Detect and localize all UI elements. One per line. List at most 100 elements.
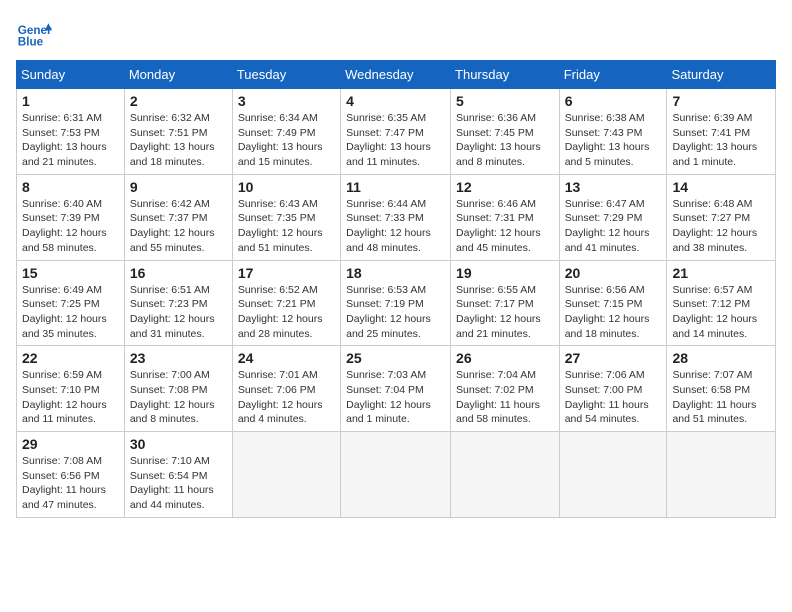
day-number: 8 — [22, 179, 119, 195]
day-cell: 28Sunrise: 7:07 AMSunset: 6:58 PMDayligh… — [667, 346, 776, 432]
day-cell: 17 Sunrise: 6:52 AMSunset: 7:21 PMDayligh… — [232, 260, 340, 346]
day-number: 23 — [130, 350, 227, 366]
day-cell: 19 Sunrise: 6:55 AMSunset: 7:17 PMDayligh… — [451, 260, 560, 346]
day-cell — [667, 432, 776, 518]
day-cell: 23 Sunrise: 7:00 AMSunset: 7:08 PMDayligh… — [124, 346, 232, 432]
day-info: Sunrise: 6:51 AMSunset: 7:23 PMDaylight:… — [130, 283, 227, 342]
day-cell: 29 Sunrise: 7:08 AMSunset: 6:56 PMDayligh… — [17, 432, 125, 518]
svg-text:Blue: Blue — [18, 36, 44, 49]
day-info: Sunrise: 6:59 AMSunset: 7:10 PMDaylight:… — [22, 368, 119, 427]
day-number: 9 — [130, 179, 227, 195]
week-row-1: 1 Sunrise: 6:31 AMSunset: 7:53 PMDaylight… — [17, 89, 776, 175]
day-number: 11 — [346, 179, 445, 195]
day-number: 2 — [130, 93, 227, 109]
day-cell — [341, 432, 451, 518]
day-info: Sunrise: 6:32 AMSunset: 7:51 PMDaylight:… — [130, 111, 227, 170]
day-info: Sunrise: 6:49 AMSunset: 7:25 PMDaylight:… — [22, 283, 119, 342]
day-cell: 5Sunrise: 6:36 AMSunset: 7:45 PMDaylight… — [451, 89, 560, 175]
day-number: 10 — [238, 179, 335, 195]
day-number: 24 — [238, 350, 335, 366]
day-info: Sunrise: 6:36 AMSunset: 7:45 PMDaylight:… — [456, 111, 554, 170]
logo: General Blue — [16, 16, 52, 52]
day-cell: 2 Sunrise: 6:32 AMSunset: 7:51 PMDaylight… — [124, 89, 232, 175]
day-cell: 14 Sunrise: 6:48 AMSunset: 7:27 PMDayligh… — [667, 174, 776, 260]
day-number: 4 — [346, 93, 445, 109]
week-row-3: 15 Sunrise: 6:49 AMSunset: 7:25 PMDayligh… — [17, 260, 776, 346]
col-header-saturday: Saturday — [667, 61, 776, 89]
day-cell: 8 Sunrise: 6:40 AMSunset: 7:39 PMDaylight… — [17, 174, 125, 260]
day-number: 22 — [22, 350, 119, 366]
day-number: 19 — [456, 265, 554, 281]
day-cell: 16Sunrise: 6:51 AMSunset: 7:23 PMDayligh… — [124, 260, 232, 346]
day-info: Sunrise: 7:03 AMSunset: 7:04 PMDaylight:… — [346, 368, 445, 427]
page-header: General Blue — [16, 16, 776, 52]
day-cell — [559, 432, 667, 518]
day-cell: 18 Sunrise: 6:53 AMSunset: 7:19 PMDayligh… — [341, 260, 451, 346]
day-cell: 3 Sunrise: 6:34 AMSunset: 7:49 PMDaylight… — [232, 89, 340, 175]
col-header-thursday: Thursday — [451, 61, 560, 89]
day-cell: 15 Sunrise: 6:49 AMSunset: 7:25 PMDayligh… — [17, 260, 125, 346]
day-number: 27 — [565, 350, 662, 366]
day-number: 3 — [238, 93, 335, 109]
day-info: Sunrise: 6:47 AMSunset: 7:29 PMDaylight:… — [565, 197, 662, 256]
day-number: 13 — [565, 179, 662, 195]
day-info: Sunrise: 6:57 AMSunset: 7:12 PMDaylight:… — [672, 283, 770, 342]
day-number: 1 — [22, 93, 119, 109]
day-cell: 7Sunrise: 6:39 AMSunset: 7:41 PMDaylight… — [667, 89, 776, 175]
day-cell — [451, 432, 560, 518]
day-number: 6 — [565, 93, 662, 109]
day-info: Sunrise: 6:40 AMSunset: 7:39 PMDaylight:… — [22, 197, 119, 256]
day-info: Sunrise: 6:46 AMSunset: 7:31 PMDaylight:… — [456, 197, 554, 256]
day-info: Sunrise: 6:53 AMSunset: 7:19 PMDaylight:… — [346, 283, 445, 342]
day-cell: 20 Sunrise: 6:56 AMSunset: 7:15 PMDayligh… — [559, 260, 667, 346]
col-header-tuesday: Tuesday — [232, 61, 340, 89]
col-header-monday: Monday — [124, 61, 232, 89]
day-info: Sunrise: 7:06 AMSunset: 7:00 PMDaylight:… — [565, 368, 662, 427]
day-info: Sunrise: 6:56 AMSunset: 7:15 PMDaylight:… — [565, 283, 662, 342]
day-number: 20 — [565, 265, 662, 281]
day-info: Sunrise: 6:52 AMSunset: 7:21 PMDaylight:… — [238, 283, 335, 342]
day-cell: 10 Sunrise: 6:43 AMSunset: 7:35 PMDayligh… — [232, 174, 340, 260]
day-cell: 26 Sunrise: 7:04 AMSunset: 7:02 PMDayligh… — [451, 346, 560, 432]
day-info: Sunrise: 6:43 AMSunset: 7:35 PMDaylight:… — [238, 197, 335, 256]
day-cell: 21Sunrise: 6:57 AMSunset: 7:12 PMDayligh… — [667, 260, 776, 346]
day-info: Sunrise: 7:07 AMSunset: 6:58 PMDaylight:… — [672, 368, 770, 427]
day-number: 15 — [22, 265, 119, 281]
day-info: Sunrise: 6:31 AMSunset: 7:53 PMDaylight:… — [22, 111, 119, 170]
week-row-2: 8 Sunrise: 6:40 AMSunset: 7:39 PMDaylight… — [17, 174, 776, 260]
day-number: 14 — [672, 179, 770, 195]
day-number: 26 — [456, 350, 554, 366]
day-cell: 13 Sunrise: 6:47 AMSunset: 7:29 PMDayligh… — [559, 174, 667, 260]
day-number: 25 — [346, 350, 445, 366]
day-cell: 6 Sunrise: 6:38 AMSunset: 7:43 PMDaylight… — [559, 89, 667, 175]
day-info: Sunrise: 7:04 AMSunset: 7:02 PMDaylight:… — [456, 368, 554, 427]
col-header-wednesday: Wednesday — [341, 61, 451, 89]
day-info: Sunrise: 6:34 AMSunset: 7:49 PMDaylight:… — [238, 111, 335, 170]
day-cell: 9 Sunrise: 6:42 AMSunset: 7:37 PMDaylight… — [124, 174, 232, 260]
day-info: Sunrise: 7:01 AMSunset: 7:06 PMDaylight:… — [238, 368, 335, 427]
day-cell: 1 Sunrise: 6:31 AMSunset: 7:53 PMDaylight… — [17, 89, 125, 175]
day-info: Sunrise: 6:38 AMSunset: 7:43 PMDaylight:… — [565, 111, 662, 170]
day-info: Sunrise: 6:42 AMSunset: 7:37 PMDaylight:… — [130, 197, 227, 256]
day-number: 17 — [238, 265, 335, 281]
day-cell: 25 Sunrise: 7:03 AMSunset: 7:04 PMDayligh… — [341, 346, 451, 432]
day-cell: 22 Sunrise: 6:59 AMSunset: 7:10 PMDayligh… — [17, 346, 125, 432]
calendar-table: SundayMondayTuesdayWednesdayThursdayFrid… — [16, 60, 776, 518]
week-row-5: 29 Sunrise: 7:08 AMSunset: 6:56 PMDayligh… — [17, 432, 776, 518]
day-cell: 4Sunrise: 6:35 AMSunset: 7:47 PMDaylight… — [341, 89, 451, 175]
day-number: 7 — [672, 93, 770, 109]
day-cell — [232, 432, 340, 518]
day-cell: 11 Sunrise: 6:44 AMSunset: 7:33 PMDayligh… — [341, 174, 451, 260]
day-info: Sunrise: 7:00 AMSunset: 7:08 PMDaylight:… — [130, 368, 227, 427]
day-number: 29 — [22, 436, 119, 452]
day-number: 18 — [346, 265, 445, 281]
day-info: Sunrise: 6:55 AMSunset: 7:17 PMDaylight:… — [456, 283, 554, 342]
week-row-4: 22 Sunrise: 6:59 AMSunset: 7:10 PMDayligh… — [17, 346, 776, 432]
logo-icon: General Blue — [16, 16, 52, 52]
day-number: 12 — [456, 179, 554, 195]
day-info: Sunrise: 6:44 AMSunset: 7:33 PMDaylight:… — [346, 197, 445, 256]
day-info: Sunrise: 7:10 AMSunset: 6:54 PMDaylight:… — [130, 454, 227, 513]
day-info: Sunrise: 7:08 AMSunset: 6:56 PMDaylight:… — [22, 454, 119, 513]
col-header-sunday: Sunday — [17, 61, 125, 89]
day-info: Sunrise: 6:48 AMSunset: 7:27 PMDaylight:… — [672, 197, 770, 256]
